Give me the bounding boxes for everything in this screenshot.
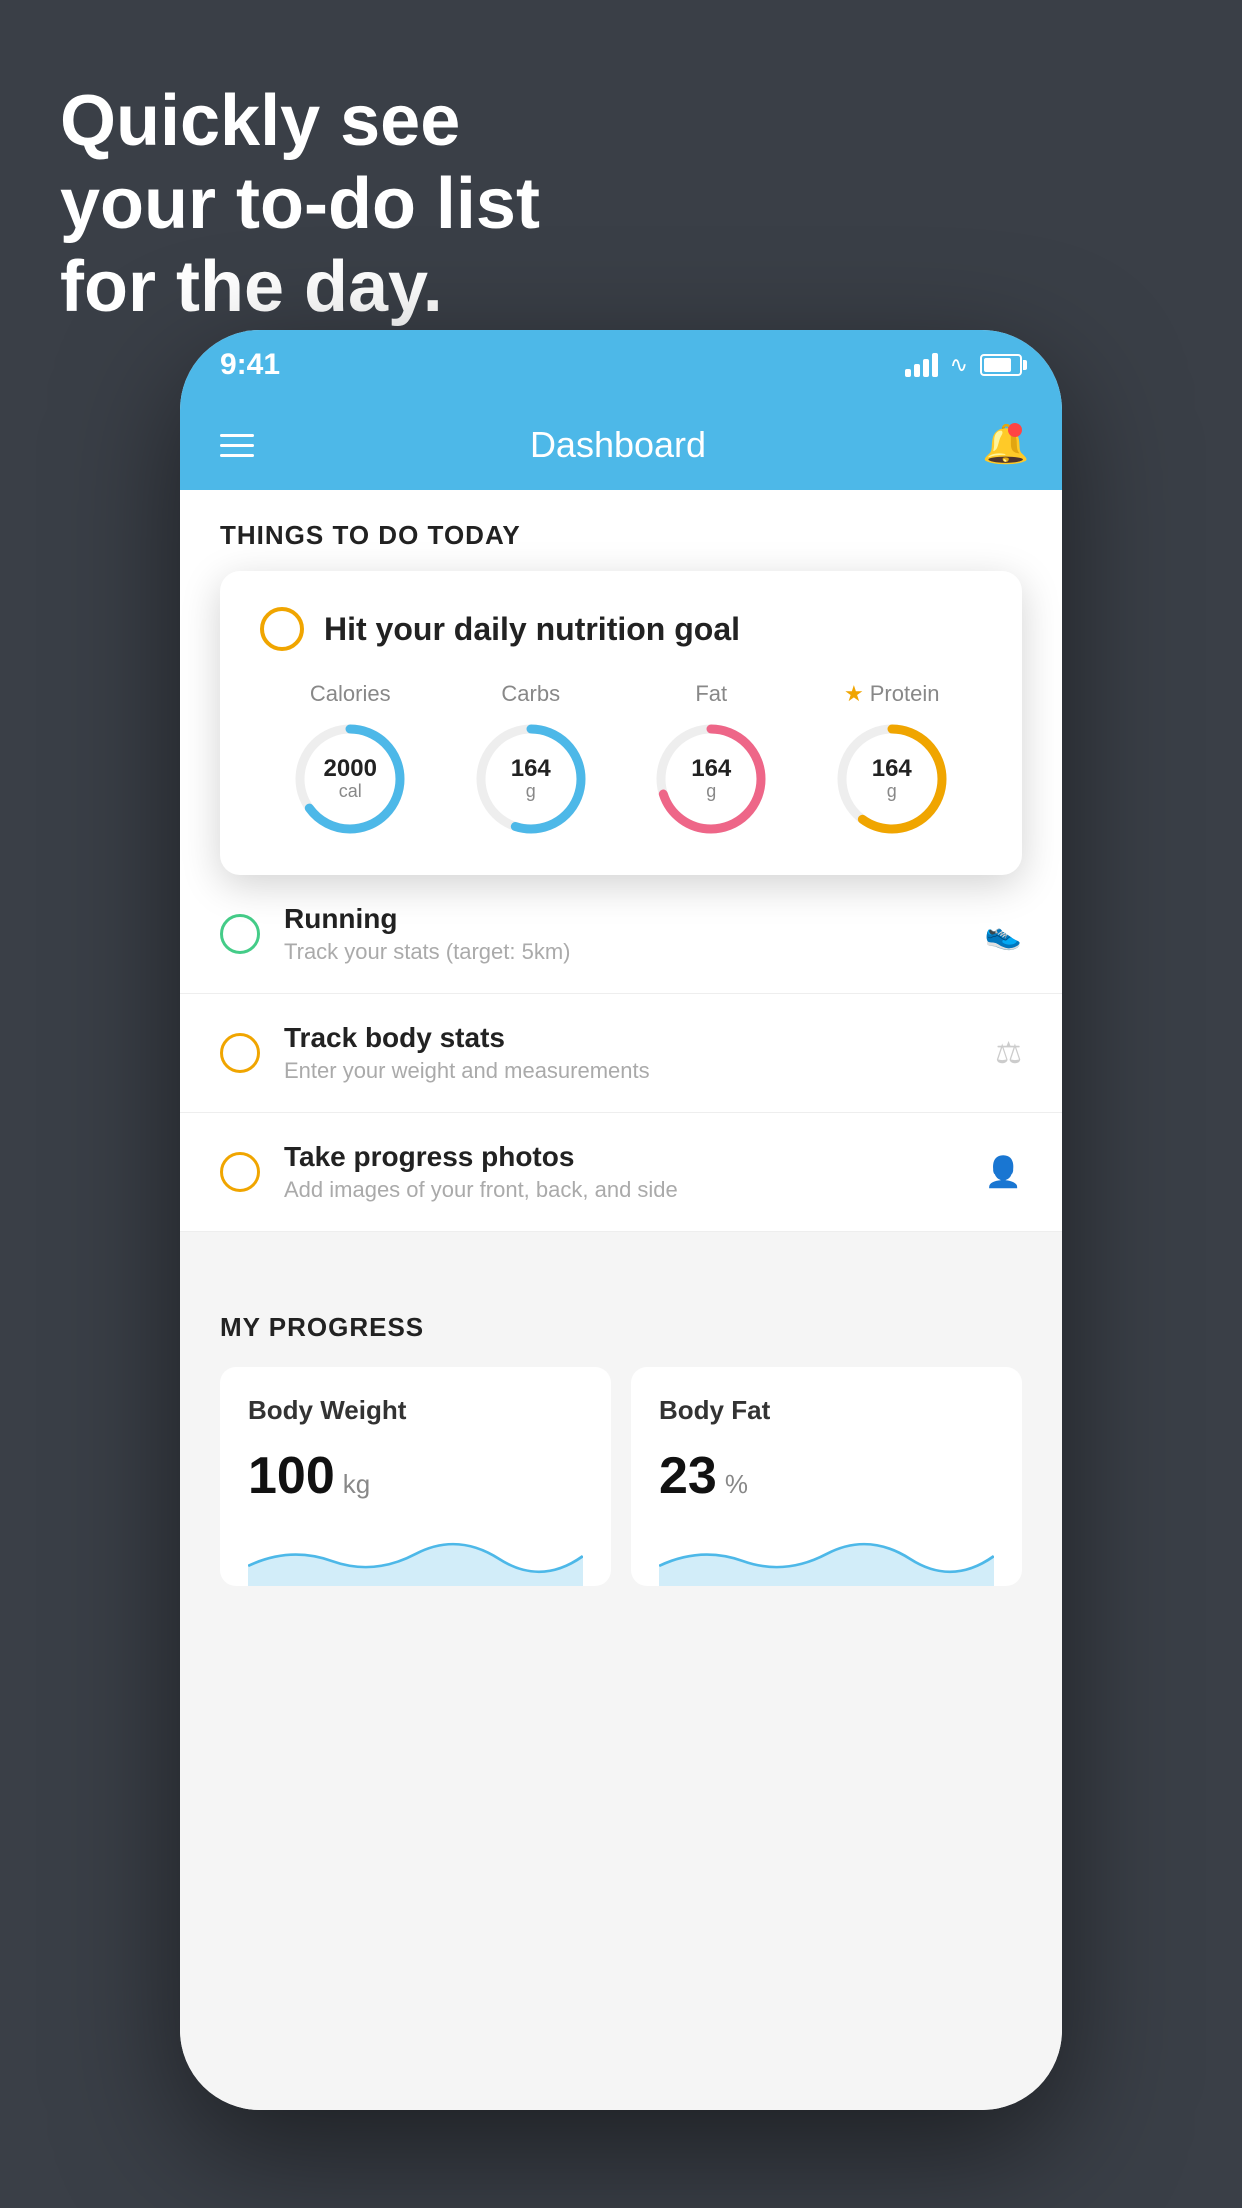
ring-number: 2000 bbox=[324, 756, 377, 782]
hamburger-line bbox=[220, 444, 254, 447]
nutrition-label-row: Fat bbox=[695, 681, 727, 707]
todo-item-icon: 👤 bbox=[985, 1155, 1022, 1190]
hamburger-menu[interactable] bbox=[220, 434, 254, 457]
ring-number: 164 bbox=[691, 756, 731, 782]
nutrition-ring: 164 g bbox=[471, 719, 591, 839]
signal-icon bbox=[905, 353, 938, 377]
nutrition-circles: Calories 2000 cal Carbs 164 g Fat 164 g … bbox=[260, 681, 982, 839]
todo-item-circle bbox=[220, 1152, 260, 1192]
todo-item-icon: ⚖ bbox=[995, 1036, 1022, 1071]
nutrition-item: Carbs 164 g bbox=[471, 681, 591, 839]
progress-card-1[interactable]: Body Fat 23 % bbox=[631, 1367, 1022, 1586]
star-icon: ★ bbox=[844, 681, 864, 707]
todo-circle-check bbox=[260, 607, 304, 651]
progress-value-row: 100 kg bbox=[248, 1446, 583, 1506]
nutrition-card: Hit your daily nutrition goal Calories 2… bbox=[220, 571, 1022, 875]
progress-chart bbox=[659, 1526, 994, 1586]
todo-item[interactable]: Take progress photos Add images of your … bbox=[180, 1113, 1062, 1232]
nutrition-label: Carbs bbox=[501, 681, 560, 707]
things-section-title: THINGS TO DO TODAY bbox=[220, 520, 1022, 551]
todo-item-text: Take progress photos Add images of your … bbox=[284, 1141, 961, 1203]
todo-item-text: Track body stats Enter your weight and m… bbox=[284, 1022, 971, 1084]
todo-item[interactable]: Track body stats Enter your weight and m… bbox=[180, 994, 1062, 1113]
app-content: THINGS TO DO TODAY Hit your daily nutrit… bbox=[180, 490, 1062, 2110]
todo-item-title: Track body stats bbox=[284, 1022, 971, 1054]
nutrition-label: Calories bbox=[310, 681, 391, 707]
progress-cards: Body Weight 100 kg Body Fat 23 % bbox=[220, 1367, 1022, 1586]
todo-item-icon: 👟 bbox=[985, 917, 1022, 952]
status-time: 9:41 bbox=[220, 348, 280, 382]
nutrition-ring: 164 g bbox=[651, 719, 771, 839]
notification-dot bbox=[1008, 423, 1022, 437]
progress-card-title: Body Weight bbox=[248, 1395, 583, 1426]
todo-list: Running Track your stats (target: 5km) 👟… bbox=[180, 875, 1062, 1232]
nutrition-item: Calories 2000 cal bbox=[290, 681, 410, 839]
todo-item-subtitle: Track your stats (target: 5km) bbox=[284, 939, 961, 965]
app-header: Dashboard 🔔 bbox=[180, 400, 1062, 490]
hamburger-line bbox=[220, 454, 254, 457]
todo-item-subtitle: Enter your weight and measurements bbox=[284, 1058, 971, 1084]
hamburger-line bbox=[220, 434, 254, 437]
nutrition-ring: 2000 cal bbox=[290, 719, 410, 839]
notification-bell[interactable]: 🔔 bbox=[982, 423, 1022, 467]
ring-number: 164 bbox=[511, 756, 551, 782]
todo-item-title: Running bbox=[284, 903, 961, 935]
status-bar: 9:41 ∿ bbox=[180, 330, 1062, 400]
bell-icon: 🔔 bbox=[982, 424, 1029, 466]
todo-item-title: Take progress photos bbox=[284, 1141, 961, 1173]
nutrition-label: Protein bbox=[870, 681, 940, 707]
ring-unit: g bbox=[691, 782, 731, 802]
progress-value-row: 23 % bbox=[659, 1446, 994, 1506]
ring-number: 164 bbox=[872, 756, 912, 782]
wifi-icon: ∿ bbox=[950, 352, 968, 378]
status-icons: ∿ bbox=[905, 352, 1022, 378]
progress-chart bbox=[248, 1526, 583, 1586]
nutrition-label-row: Carbs bbox=[501, 681, 560, 707]
nutrition-label: Fat bbox=[695, 681, 727, 707]
nutrition-card-title: Hit your daily nutrition goal bbox=[324, 611, 740, 648]
hero-line-3: for the day. bbox=[60, 246, 540, 329]
todo-item-circle bbox=[220, 1033, 260, 1073]
hero-line-1: Quickly see bbox=[60, 80, 540, 163]
ring-unit: g bbox=[872, 782, 912, 802]
todo-item-text: Running Track your stats (target: 5km) bbox=[284, 903, 961, 965]
things-section-header: THINGS TO DO TODAY bbox=[180, 490, 1062, 551]
card-title-row: Hit your daily nutrition goal bbox=[260, 607, 982, 651]
todo-item-subtitle: Add images of your front, back, and side bbox=[284, 1177, 961, 1203]
hero-text: Quickly see your to-do list for the day. bbox=[60, 80, 540, 328]
nutrition-label-row: Calories bbox=[310, 681, 391, 707]
progress-unit: % bbox=[725, 1469, 748, 1500]
progress-number: 100 bbox=[248, 1446, 335, 1506]
progress-number: 23 bbox=[659, 1446, 717, 1506]
battery-icon bbox=[980, 354, 1022, 376]
progress-card-0[interactable]: Body Weight 100 kg bbox=[220, 1367, 611, 1586]
nutrition-item: Fat 164 g bbox=[651, 681, 771, 839]
phone-frame: 9:41 ∿ Dashboard 🔔 bbox=[180, 330, 1062, 2110]
hero-line-2: your to-do list bbox=[60, 163, 540, 246]
ring-unit: g bbox=[511, 782, 551, 802]
nutrition-item: ★Protein 164 g bbox=[832, 681, 952, 839]
progress-card-title: Body Fat bbox=[659, 1395, 994, 1426]
todo-item[interactable]: Running Track your stats (target: 5km) 👟 bbox=[180, 875, 1062, 994]
progress-section-title: MY PROGRESS bbox=[220, 1312, 1022, 1343]
header-title: Dashboard bbox=[530, 424, 706, 466]
todo-item-circle bbox=[220, 914, 260, 954]
progress-section: MY PROGRESS Body Weight 100 kg Body Fat … bbox=[180, 1272, 1062, 1606]
progress-unit: kg bbox=[343, 1469, 370, 1500]
nutrition-label-row: ★Protein bbox=[844, 681, 939, 707]
ring-unit: cal bbox=[324, 782, 377, 802]
nutrition-ring: 164 g bbox=[832, 719, 952, 839]
